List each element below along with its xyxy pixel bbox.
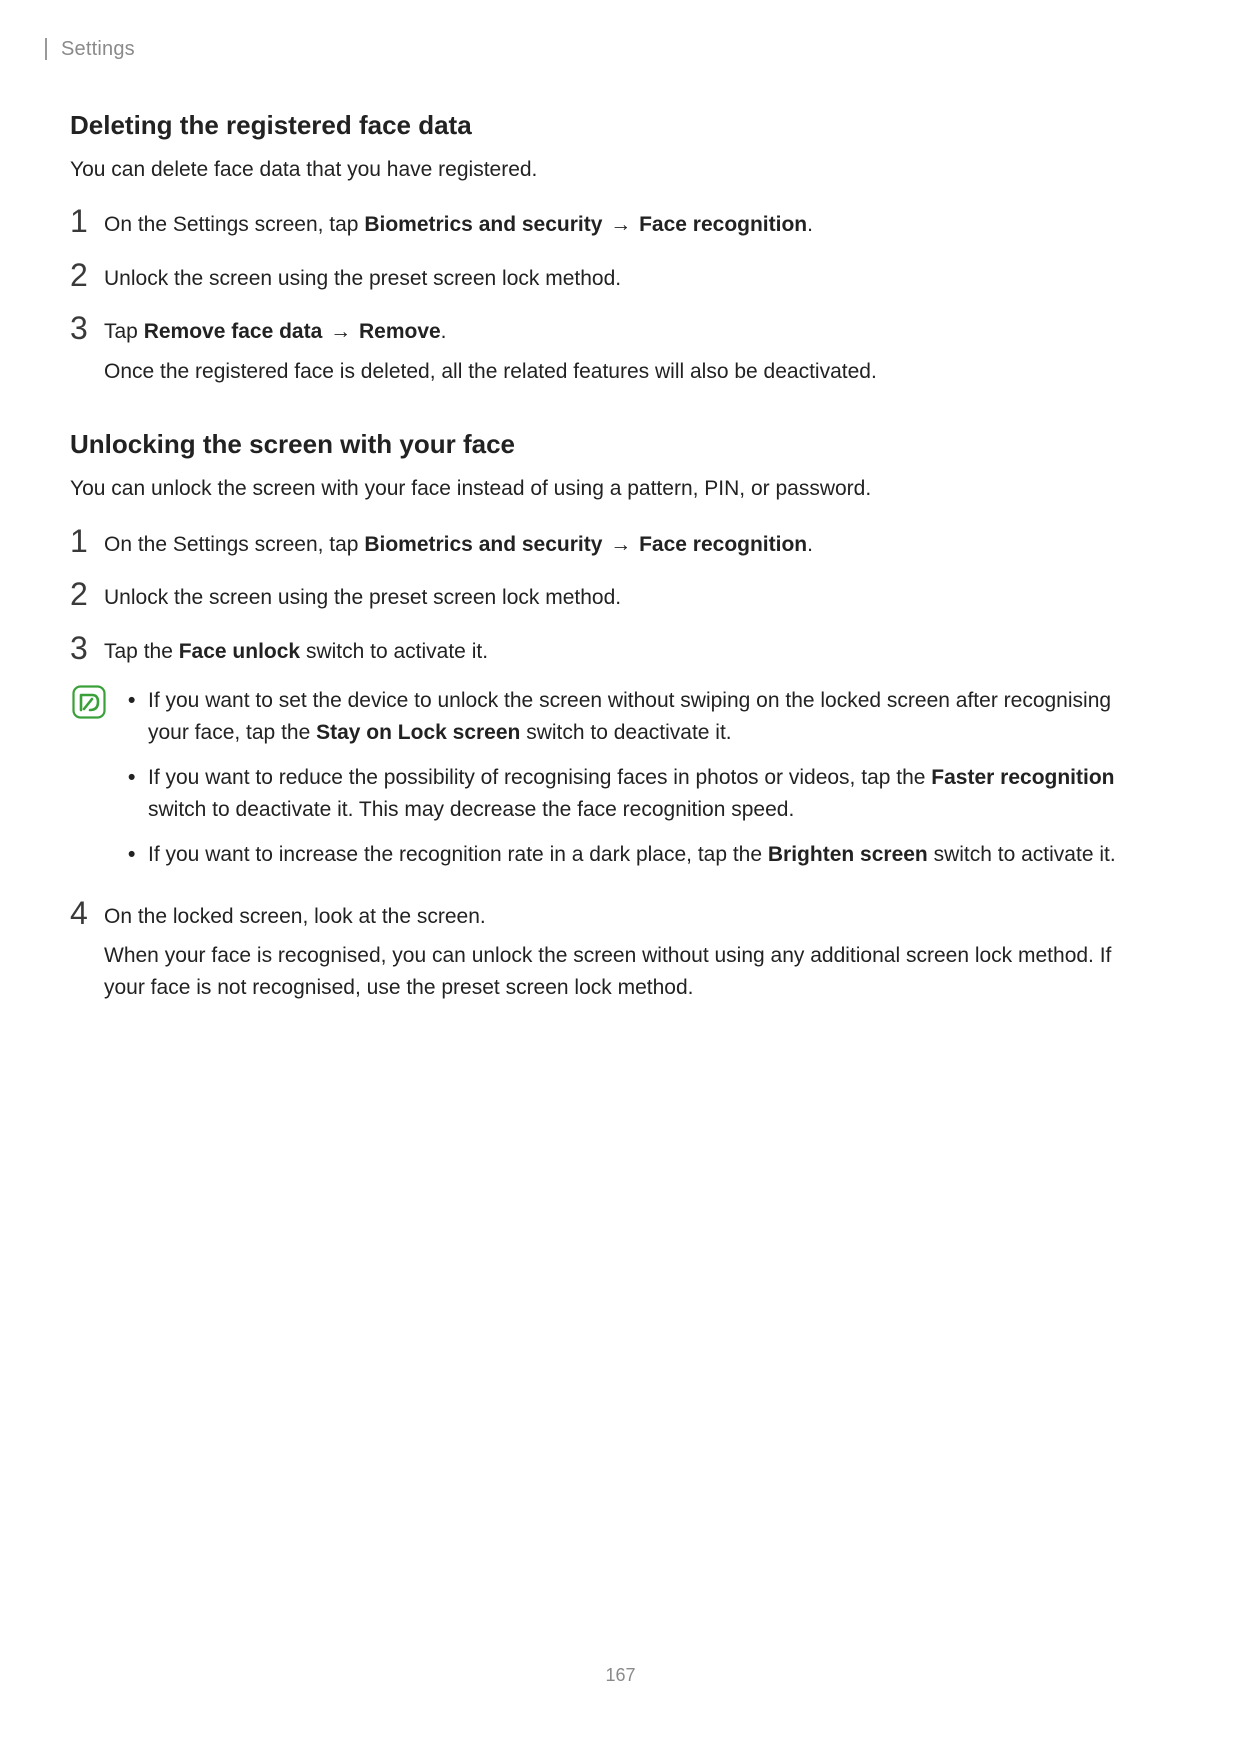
step-2-2: 2 Unlock the screen using the preset scr… <box>70 578 1151 614</box>
step-body: On the Settings screen, tap Biometrics a… <box>104 205 1151 241</box>
page-content: Deleting the registered face data You ca… <box>65 110 1151 1003</box>
text: Tap the <box>104 640 179 663</box>
bullet-text: If you want to increase the recognition … <box>148 839 1151 871</box>
step-1-1: 1 On the Settings screen, tap Biometrics… <box>70 205 1151 241</box>
note-icon <box>72 685 106 719</box>
step-number: 1 <box>70 205 104 237</box>
section2-title: Unlocking the screen with your face <box>70 429 1151 460</box>
note-bullet-1: • If you want to set the device to unloc… <box>128 685 1151 748</box>
step-text: On the locked screen, look at the screen… <box>104 901 1151 933</box>
text: Tap <box>104 320 144 343</box>
text: switch to activate it. <box>300 640 488 663</box>
section1-steps: 1 On the Settings screen, tap Biometrics… <box>70 205 1151 387</box>
note-bullet-3: • If you want to increase the recognitio… <box>128 839 1151 871</box>
note-bullet-2: • If you want to reduce the possibility … <box>128 762 1151 825</box>
text: . <box>441 320 447 343</box>
step-extra: Once the registered face is deleted, all… <box>104 356 1151 388</box>
bold: Stay on Lock screen <box>316 721 520 744</box>
bullet-dot: • <box>128 762 148 794</box>
bold: Biometrics and security <box>364 213 602 236</box>
document-page: Settings Deleting the registered face da… <box>0 0 1241 1754</box>
step-1-2: 2 Unlock the screen using the preset scr… <box>70 259 1151 295</box>
note-bullets: • If you want to set the device to unloc… <box>116 685 1151 871</box>
step-2-4: 4 On the locked screen, look at the scre… <box>70 897 1151 1004</box>
arrow-icon: → <box>602 533 639 556</box>
text: If you want to increase the recognition … <box>148 843 768 866</box>
step-number: 4 <box>70 897 104 929</box>
note-icon-slot <box>72 685 116 724</box>
breadcrumb: Settings <box>61 38 135 61</box>
bullet-text: If you want to set the device to unlock … <box>148 685 1151 748</box>
note-body: • If you want to set the device to unloc… <box>116 685 1151 885</box>
text: On the Settings screen, tap <box>104 213 364 236</box>
bold: Face unlock <box>179 640 300 663</box>
bold: Face recognition <box>639 533 807 556</box>
arrow-icon: → <box>322 320 359 343</box>
text: switch to deactivate it. <box>520 721 731 744</box>
bold: Biometrics and security <box>364 533 602 556</box>
bullet-dot: • <box>128 685 148 717</box>
bold: Brighten screen <box>768 843 928 866</box>
step-body: Tap the Face unlock switch to activate i… <box>104 632 1151 668</box>
step-1-3: 3 Tap Remove face data → Remove. Once th… <box>70 312 1151 387</box>
step-number: 2 <box>70 578 104 610</box>
bold: Remove face data <box>144 320 323 343</box>
text: If you want to reduce the possibility of… <box>148 766 931 789</box>
step-2-1: 1 On the Settings screen, tap Biometrics… <box>70 525 1151 561</box>
bold: Faster recognition <box>931 766 1114 789</box>
text: . <box>807 533 813 556</box>
page-number: 167 <box>0 1665 1241 1686</box>
bullet-text: If you want to reduce the possibility of… <box>148 762 1151 825</box>
step-body: Unlock the screen using the preset scree… <box>104 578 1151 614</box>
step-number: 3 <box>70 632 104 664</box>
step-body: On the locked screen, look at the screen… <box>104 897 1151 1004</box>
text: switch to deactivate it. This may decrea… <box>148 798 794 821</box>
step-body: On the Settings screen, tap Biometrics a… <box>104 525 1151 561</box>
step-body: Tap Remove face data → Remove. Once the … <box>104 312 1151 387</box>
text: On the Settings screen, tap <box>104 533 364 556</box>
page-header: Settings <box>65 36 1151 62</box>
step-number: 3 <box>70 312 104 344</box>
header-rule <box>45 38 47 60</box>
step-number: 1 <box>70 525 104 557</box>
step-body: Unlock the screen using the preset scree… <box>104 259 1151 295</box>
section1-intro: You can delete face data that you have r… <box>70 155 1151 185</box>
text: . <box>807 213 813 236</box>
bold: Remove <box>359 320 441 343</box>
arrow-icon: → <box>602 213 639 236</box>
step-extra: When your face is recognised, you can un… <box>104 940 1151 1003</box>
section2-intro: You can unlock the screen with your face… <box>70 474 1151 504</box>
step-2-3: 3 Tap the Face unlock switch to activate… <box>70 632 1151 668</box>
section2-steps: 1 On the Settings screen, tap Biometrics… <box>70 525 1151 1004</box>
step-number: 2 <box>70 259 104 291</box>
bullet-dot: • <box>128 839 148 871</box>
bold: Face recognition <box>639 213 807 236</box>
note-block: • If you want to set the device to unloc… <box>72 685 1151 885</box>
text: switch to activate it. <box>928 843 1116 866</box>
section1-title: Deleting the registered face data <box>70 110 1151 141</box>
